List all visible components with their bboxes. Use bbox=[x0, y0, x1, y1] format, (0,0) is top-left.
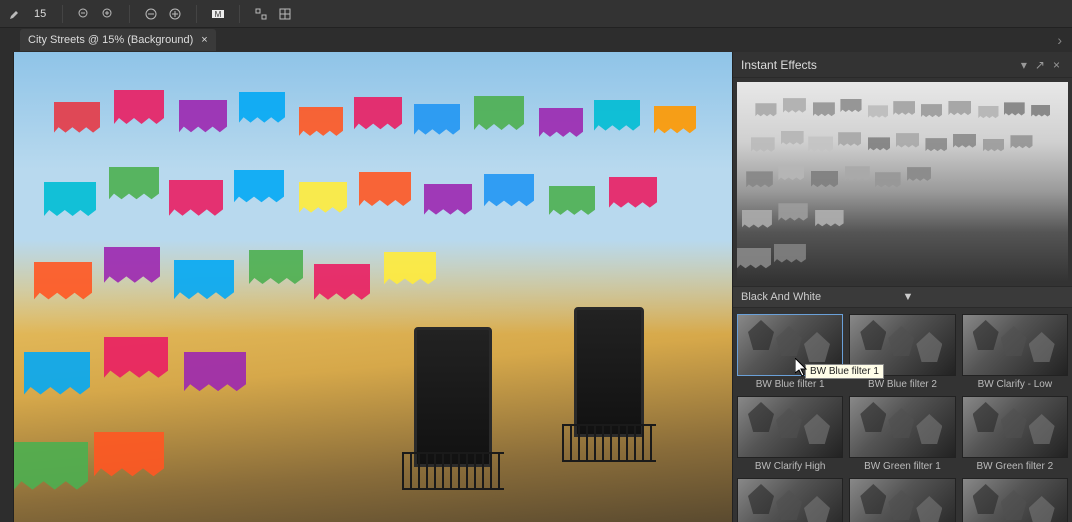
effect-thumbnail[interactable] bbox=[849, 478, 955, 522]
papel-flag bbox=[174, 260, 234, 306]
papel-flag bbox=[414, 104, 460, 140]
papel-flag bbox=[594, 100, 640, 136]
left-gutter bbox=[0, 52, 14, 522]
thumbnail-image bbox=[849, 396, 955, 458]
papel-flag bbox=[654, 106, 696, 138]
papel-flag bbox=[314, 264, 370, 306]
papel-flag bbox=[484, 174, 534, 212]
papel-flag bbox=[609, 177, 657, 213]
thumbnail-label: BW Green filter 2 bbox=[962, 458, 1068, 472]
toolbar-divider bbox=[239, 5, 240, 23]
papel-flag bbox=[299, 182, 347, 218]
expand-icon[interactable] bbox=[252, 5, 270, 23]
effect-thumbnails: BW Blue filter 1BW Blue filter 1BW Blue … bbox=[733, 308, 1072, 522]
papel-flag bbox=[184, 352, 246, 398]
effect-category-label: Black And White bbox=[741, 291, 903, 303]
main-area: Instant Effects ▾ ↗ × Black And White ▼ … bbox=[0, 52, 1072, 522]
papel-flag bbox=[384, 252, 436, 290]
thumbnail-image bbox=[962, 396, 1068, 458]
papel-flag bbox=[104, 247, 160, 289]
zoom-out-icon[interactable] bbox=[75, 5, 93, 23]
grid-icon[interactable] bbox=[276, 5, 294, 23]
papel-flag bbox=[44, 182, 96, 222]
effect-thumbnail[interactable]: BW Blue filter 1BW Blue filter 1 bbox=[737, 314, 843, 390]
brush-size-value[interactable]: 15 bbox=[30, 8, 50, 20]
thumbnail-image bbox=[849, 478, 955, 522]
papel-flag bbox=[169, 180, 223, 222]
papel-flag bbox=[234, 170, 284, 208]
canvas-image bbox=[14, 52, 732, 522]
brush-icon[interactable] bbox=[6, 5, 24, 23]
tooltip: BW Blue filter 1 bbox=[805, 364, 884, 379]
panel-header: Instant Effects ▾ ↗ × bbox=[733, 52, 1072, 78]
chevron-down-icon: ▼ bbox=[903, 291, 1065, 303]
papel-flag bbox=[94, 432, 164, 484]
increase-icon[interactable] bbox=[166, 5, 184, 23]
svg-text:M: M bbox=[215, 10, 222, 19]
document-tab[interactable]: City Streets @ 15% (Background) × bbox=[20, 29, 216, 51]
decrease-icon[interactable] bbox=[142, 5, 160, 23]
papel-flag bbox=[539, 108, 583, 142]
tab-next-icon[interactable]: › bbox=[1047, 32, 1072, 48]
papel-flag bbox=[109, 167, 159, 205]
thumbnail-image bbox=[737, 478, 843, 522]
papel-flag bbox=[179, 100, 227, 138]
effect-thumbnail[interactable]: BW Green filter 1 bbox=[849, 396, 955, 472]
panel-title: Instant Effects bbox=[741, 58, 1017, 72]
effect-thumbnail[interactable]: BW Clarify High bbox=[737, 396, 843, 472]
thumbnail-image bbox=[962, 314, 1068, 376]
effect-preview bbox=[737, 82, 1068, 282]
papel-flag bbox=[299, 107, 343, 141]
panel-undock-icon[interactable]: ↗ bbox=[1031, 58, 1049, 72]
thumbnail-image bbox=[962, 478, 1068, 522]
papel-flag bbox=[34, 262, 92, 306]
toolbar-divider bbox=[196, 5, 197, 23]
panel-close-icon[interactable]: × bbox=[1049, 58, 1064, 72]
building-window bbox=[574, 307, 644, 437]
effect-thumbnail[interactable] bbox=[737, 478, 843, 522]
effect-thumbnail[interactable]: BW Green filter 2 bbox=[962, 396, 1068, 472]
papel-flag bbox=[359, 172, 411, 212]
thumbnail-label: BW Clarify High bbox=[737, 458, 843, 472]
effect-thumbnail[interactable] bbox=[962, 478, 1068, 522]
cursor-icon bbox=[795, 358, 809, 378]
papel-flag bbox=[549, 186, 595, 220]
top-toolbar: 15 M bbox=[0, 0, 1072, 28]
effect-thumbnail[interactable]: BW Clarify - Low bbox=[962, 314, 1068, 390]
papel-flag bbox=[114, 90, 164, 130]
zoom-in-icon[interactable] bbox=[99, 5, 117, 23]
papel-flag bbox=[424, 184, 472, 220]
balcony bbox=[562, 424, 656, 462]
instant-effects-panel: Instant Effects ▾ ↗ × Black And White ▼ … bbox=[732, 52, 1072, 522]
papel-flag bbox=[24, 352, 90, 402]
canvas[interactable] bbox=[14, 52, 732, 522]
panel-menu-icon[interactable]: ▾ bbox=[1017, 58, 1031, 72]
balcony bbox=[402, 452, 504, 490]
papel-flag bbox=[354, 97, 402, 135]
effect-category-dropdown[interactable]: Black And White ▼ bbox=[733, 286, 1072, 308]
toolbar-divider bbox=[62, 5, 63, 23]
papel-flag bbox=[474, 96, 524, 136]
papel-flag bbox=[104, 337, 168, 385]
toolbar-divider bbox=[129, 5, 130, 23]
papel-flag bbox=[54, 102, 100, 138]
papel-flag bbox=[14, 442, 88, 498]
mode-icon[interactable]: M bbox=[209, 5, 227, 23]
papel-flag bbox=[249, 250, 303, 290]
thumbnail-label: BW Clarify - Low bbox=[962, 376, 1068, 390]
thumbnail-image bbox=[737, 396, 843, 458]
thumbnail-label: BW Green filter 1 bbox=[849, 458, 955, 472]
close-icon[interactable]: × bbox=[201, 34, 207, 46]
papel-flag bbox=[239, 92, 285, 128]
document-tabbar: City Streets @ 15% (Background) × › bbox=[0, 28, 1072, 52]
building-window bbox=[414, 327, 492, 467]
document-tab-title: City Streets @ 15% (Background) bbox=[28, 34, 193, 46]
